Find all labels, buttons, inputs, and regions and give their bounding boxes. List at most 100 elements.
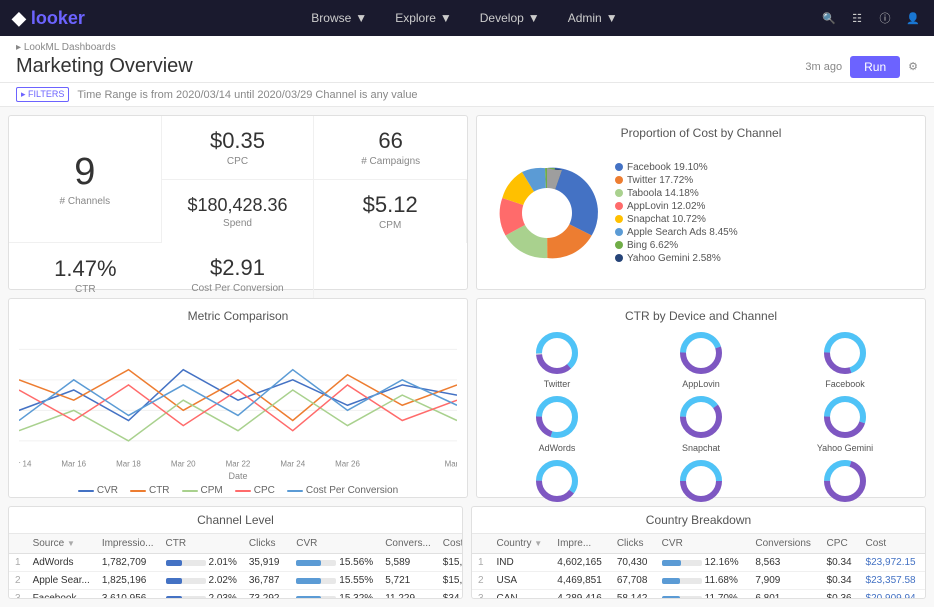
snapchat-dot bbox=[615, 215, 623, 223]
channel-table: Source ▼ Impressio... CTR Clicks CVR Con… bbox=[9, 534, 462, 598]
nav-admin[interactable]: Admin ▼ bbox=[554, 0, 632, 36]
table-row: 3 Facebook... 3,610,956 2.03% 73,292 15.… bbox=[9, 590, 462, 599]
channel-table-header: Source ▼ Impressio... CTR Clicks CVR Con… bbox=[9, 534, 462, 554]
metric-comparison-panel: Metric Comparison bbox=[8, 298, 468, 498]
pie-chart-content: Facebook 19.10% Twitter 17.72% Taboola 1… bbox=[487, 146, 915, 279]
country-table: Country ▼ Impre... Clicks CVR Conversion… bbox=[472, 534, 925, 598]
twitter-donut bbox=[533, 329, 581, 377]
pie-chart-title: Proportion of Cost by Channel bbox=[487, 126, 915, 140]
ctr-grid: Twitter AppLovin bbox=[487, 329, 915, 517]
bing-donut bbox=[533, 457, 581, 505]
settings-icon[interactable]: ⚙ bbox=[908, 60, 918, 73]
ctr-facebook: Facebook bbox=[775, 329, 915, 389]
svg-text:Mar 24: Mar 24 bbox=[280, 459, 305, 468]
nav-browse[interactable]: Browse ▼ bbox=[297, 0, 381, 36]
snapchat-donut-label: Snapchat bbox=[682, 443, 720, 453]
cpm-label: CPM bbox=[379, 220, 401, 231]
metric-cpm: $5.12 CPM bbox=[314, 180, 467, 243]
legend-apple: Apple Search Ads 8.45% bbox=[615, 227, 915, 238]
yahoo-label: Yahoo Gemini 2.58% bbox=[627, 253, 721, 264]
channels-value: 9 bbox=[74, 151, 95, 194]
marketplace-icon[interactable]: ☷ bbox=[848, 9, 866, 27]
channel-table-panel: Channel Level Source ▼ Impressio... CTR … bbox=[8, 506, 463, 599]
bing-label: Bing 6.62% bbox=[627, 240, 678, 251]
run-button[interactable]: Run bbox=[850, 56, 900, 78]
taboola-donut bbox=[677, 457, 725, 505]
metric-comparison-title: Metric Comparison bbox=[19, 309, 457, 323]
snapchat-donut bbox=[677, 393, 725, 441]
bottom-row: Channel Level Source ▼ Impressio... CTR … bbox=[8, 506, 926, 599]
svg-text:Mar 16: Mar 16 bbox=[61, 459, 86, 468]
pie-legend: Facebook 19.10% Twitter 17.72% Taboola 1… bbox=[615, 162, 915, 264]
cpc-label: CPC bbox=[227, 156, 248, 167]
legend-ctr-line: CTR bbox=[130, 485, 170, 496]
cost-per-conv-label: Cost Per Conversion bbox=[191, 283, 283, 294]
apple-label: Apple Search Ads 8.45% bbox=[627, 227, 738, 238]
channel-table-wrap[interactable]: Source ▼ Impressio... CTR Clicks CVR Con… bbox=[9, 534, 462, 598]
table-row: 2 Apple Sear... 1,825,196 2.02% 36,787 1… bbox=[9, 572, 462, 590]
mid-row: Metric Comparison bbox=[8, 298, 926, 498]
taboola-dot bbox=[615, 189, 623, 197]
legend-cost-per-conv-line: Cost Per Conversion bbox=[287, 485, 398, 496]
yahoo-dot bbox=[615, 254, 623, 262]
cost-per-conv-value: $2.91 bbox=[210, 255, 265, 281]
legend-snapchat: Snapchat 10.72% bbox=[615, 214, 915, 225]
country-table-wrap[interactable]: Country ▼ Impre... Clicks CVR Conversion… bbox=[472, 534, 925, 598]
metric-spend: $180,428.36 Spend bbox=[162, 180, 315, 243]
legend-applovin: AppLovin 12.02% bbox=[615, 201, 915, 212]
search-icon[interactable]: 🔍 bbox=[820, 9, 838, 27]
filters-row: ▸ FILTERS Time Range is from 2020/03/14 … bbox=[16, 87, 418, 102]
user-icon[interactable]: 👤 bbox=[904, 9, 922, 27]
table-row: 1 IND 4,602,165 70,430 12.16% 8,563 $0.3… bbox=[472, 554, 925, 572]
campaigns-label: # Campaigns bbox=[361, 156, 420, 167]
ctr-panel: CTR by Device and Channel Twitter bbox=[476, 298, 926, 498]
snapchat-label: Snapchat 10.72% bbox=[627, 214, 706, 225]
metric-channels: 9 # Channels bbox=[9, 116, 162, 243]
nav-right: 🔍 ☷ ⓘ 👤 bbox=[820, 9, 922, 27]
facebook-label: Facebook 19.10% bbox=[627, 162, 708, 173]
svg-text:Mar 26: Mar 26 bbox=[335, 459, 360, 468]
campaigns-value: 66 bbox=[378, 128, 402, 154]
table-row: 3 CAN 4,289,416 58,142 11.70% 6,801 $0.3… bbox=[472, 590, 925, 599]
applovin-label: AppLovin 12.02% bbox=[627, 201, 705, 212]
facebook-donut-label: Facebook bbox=[825, 379, 865, 389]
ctr-applovin: AppLovin bbox=[631, 329, 771, 389]
legend-cpm-line: CPM bbox=[182, 485, 223, 496]
country-table-title: Country Breakdown bbox=[472, 507, 925, 534]
ctr-adwords: AdWords bbox=[487, 393, 627, 453]
svg-text:Mar 14: Mar 14 bbox=[19, 459, 32, 468]
pie-chart-panel: Proportion of Cost by Channel bbox=[476, 115, 926, 290]
applovin-donut-label: AppLovin bbox=[682, 379, 720, 389]
line-chart-svg: Mar 14 Mar 16 Mar 18 Mar 20 Mar 22 Mar 2… bbox=[19, 329, 457, 471]
adwords-donut bbox=[533, 393, 581, 441]
spend-value: $180,428.36 bbox=[187, 195, 287, 216]
x-axis-label: Date bbox=[19, 471, 457, 481]
svg-text:Mar 28: Mar 28 bbox=[445, 459, 457, 468]
twitter-dot bbox=[615, 176, 623, 184]
page-header: ▸ LookML Dashboards Marketing Overview 3… bbox=[0, 36, 934, 83]
adwords-donut-label: AdWords bbox=[539, 443, 576, 453]
country-table-panel: Country Breakdown Country ▼ Impre... Cli… bbox=[471, 506, 926, 599]
country-table-body: 1 IND 4,602,165 70,430 12.16% 8,563 $0.3… bbox=[472, 554, 925, 599]
channel-table-title: Channel Level bbox=[9, 507, 462, 534]
main-content: 9 # Channels $0.35 CPC 66 # Campaigns $1… bbox=[0, 107, 934, 607]
legend-yahoo: Yahoo Gemini 2.58% bbox=[615, 253, 915, 264]
ctr-snapchat: Snapchat bbox=[631, 393, 771, 453]
legend-bing: Bing 6.62% bbox=[615, 240, 915, 251]
pie-svg-wrap bbox=[487, 153, 607, 273]
svg-text:Mar 22: Mar 22 bbox=[226, 459, 251, 468]
legend-cpc-line: CPC bbox=[235, 485, 275, 496]
apple-search-donut bbox=[821, 457, 869, 505]
nav-links: Browse ▼ Explore ▼ Develop ▼ Admin ▼ bbox=[109, 0, 820, 36]
filters-bar: ▸ FILTERS Time Range is from 2020/03/14 … bbox=[0, 83, 934, 107]
filters-icon: ▸ FILTERS bbox=[16, 87, 69, 102]
legend-taboola: Taboola 14.18% bbox=[615, 188, 915, 199]
legend-twitter: Twitter 17.72% bbox=[615, 175, 915, 186]
table-row: 2 USA 4,469,851 67,708 11.68% 7,909 $0.3… bbox=[472, 572, 925, 590]
nav-explore[interactable]: Explore ▼ bbox=[381, 0, 466, 36]
cpm-value: $5.12 bbox=[363, 192, 418, 218]
nav-develop[interactable]: Develop ▼ bbox=[466, 0, 554, 36]
help-icon[interactable]: ⓘ bbox=[876, 9, 894, 27]
bing-dot bbox=[615, 241, 623, 249]
ctr-twitter: Twitter bbox=[487, 329, 627, 389]
